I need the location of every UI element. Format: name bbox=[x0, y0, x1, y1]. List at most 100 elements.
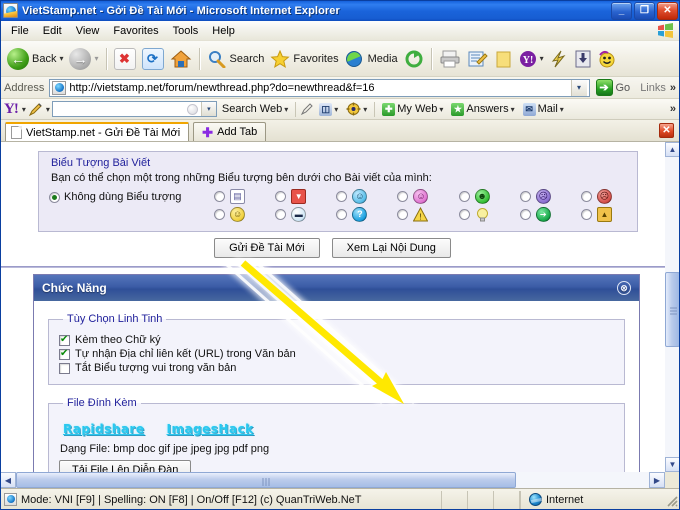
pencil-icon[interactable] bbox=[28, 102, 44, 117]
disable-smilies-checkbox[interactable] bbox=[59, 362, 70, 374]
folder-button[interactable] bbox=[492, 44, 516, 74]
icon-option-purple-sad[interactable]: ☹ bbox=[505, 189, 566, 204]
menu-view[interactable]: View bbox=[69, 23, 107, 39]
radio-purple-sad[interactable] bbox=[519, 191, 531, 202]
icon-option-lightbulb[interactable] bbox=[444, 207, 505, 222]
radio-sunglasses[interactable] bbox=[275, 209, 287, 220]
messenger-button[interactable] bbox=[547, 44, 571, 74]
submit-new-thread-button[interactable]: Gửi Đề Tài Mới bbox=[214, 238, 320, 258]
option-autolink[interactable]: Tự nhận Địa chỉ liên kết (URL) trong Văn… bbox=[59, 347, 614, 361]
vertical-scroll-track[interactable] bbox=[665, 157, 680, 457]
radio-yellow-smile[interactable] bbox=[214, 209, 226, 220]
forward-button[interactable]: → ▾ bbox=[66, 44, 101, 74]
icon-option-thumbs-up[interactable]: ▲ bbox=[566, 207, 627, 222]
favorites-button[interactable]: Favorites bbox=[267, 44, 341, 74]
option-signature[interactable]: Kèm theo Chữ ký bbox=[59, 333, 614, 347]
tab-close-button[interactable]: ✕ bbox=[659, 123, 674, 138]
icon-option-pink-smile[interactable]: ☺ bbox=[382, 189, 443, 204]
no-icon-option[interactable]: Không dùng Biểu tượng bbox=[49, 191, 199, 203]
scroll-right-button[interactable]: ▶ bbox=[649, 472, 665, 488]
menu-file[interactable]: File bbox=[4, 23, 36, 39]
smiley-button[interactable] bbox=[595, 44, 619, 74]
radio-red-angry[interactable] bbox=[580, 191, 592, 202]
yahoo-logo-caret-icon[interactable]: ▾ bbox=[22, 105, 26, 114]
horizontal-scroll-thumb[interactable] bbox=[16, 472, 516, 488]
radio-notepad[interactable] bbox=[214, 191, 226, 202]
autolink-checkbox[interactable] bbox=[59, 348, 70, 360]
vertical-scrollbar[interactable]: ▲ ▼ bbox=[665, 142, 680, 472]
security-zone[interactable]: Internet bbox=[520, 490, 680, 509]
go-button[interactable]: ➔ Go bbox=[590, 79, 637, 96]
add-tab-button[interactable]: ✚ Add Tab bbox=[193, 122, 267, 141]
menu-help[interactable]: Help bbox=[205, 23, 242, 39]
icon-option-warning[interactable]: ! bbox=[382, 207, 443, 222]
tab-vietstamp[interactable]: VietStamp.net - Gửi Đề Tài Mới bbox=[5, 122, 190, 141]
refresh-button[interactable]: ⟳ bbox=[139, 44, 167, 74]
horizontal-scroll-track[interactable] bbox=[16, 472, 649, 488]
collapse-icon[interactable]: ⊗ bbox=[617, 281, 631, 295]
icon-option-cool-smile[interactable]: ☺ bbox=[321, 189, 382, 204]
download-button[interactable] bbox=[571, 44, 595, 74]
vertical-scroll-thumb[interactable] bbox=[665, 272, 680, 347]
address-dropdown-icon[interactable]: ▾ bbox=[570, 79, 587, 96]
yahoo-search-dropdown-icon[interactable]: ▾ bbox=[200, 102, 216, 116]
search-button[interactable]: Search bbox=[204, 44, 268, 74]
horizontal-scrollbar[interactable]: ◀ ▶ bbox=[0, 472, 665, 488]
icon-option-arrow-right[interactable]: ➔ bbox=[505, 207, 566, 222]
icon-option-question[interactable]: ? bbox=[321, 207, 382, 222]
icon-option-notepad[interactable]: ▤ bbox=[199, 189, 260, 204]
radio-arrow-right[interactable] bbox=[519, 209, 531, 220]
icon-option-red-angry[interactable]: ☹ bbox=[566, 189, 627, 204]
back-button[interactable]: ← Back ▾ bbox=[4, 44, 66, 74]
print-button[interactable] bbox=[436, 44, 464, 74]
icon-option-yellow-smile[interactable]: ☺ bbox=[199, 207, 260, 222]
scroll-left-button[interactable]: ◀ bbox=[0, 472, 16, 488]
edit-button[interactable] bbox=[464, 44, 492, 74]
close-button[interactable]: ✕ bbox=[657, 2, 678, 20]
mail-button[interactable]: ✉ Mail ▾ bbox=[520, 102, 567, 116]
yahoo-search-input[interactable]: ▾ bbox=[51, 101, 217, 117]
icon-option-sunglasses[interactable]: ▬ bbox=[260, 207, 321, 222]
links-label[interactable]: Links bbox=[636, 82, 670, 94]
answers-button[interactable]: ★ Answers ▾ bbox=[448, 102, 517, 116]
home-button[interactable] bbox=[167, 44, 195, 74]
radio-question[interactable] bbox=[336, 209, 348, 220]
scroll-down-button[interactable]: ▼ bbox=[665, 457, 680, 472]
history-button[interactable] bbox=[401, 44, 427, 74]
radio-lightbulb[interactable] bbox=[458, 209, 470, 220]
my-web-button[interactable]: ✚ My Web ▾ bbox=[379, 102, 446, 116]
radio-thumbs-up[interactable] bbox=[580, 209, 592, 220]
upload-file-button[interactable]: Tải File Lên Diễn Đàn bbox=[59, 460, 192, 472]
radio-cool-smile[interactable] bbox=[336, 191, 348, 202]
imageshack-link[interactable]: ImagesHack bbox=[166, 422, 253, 436]
popup-blocker-button[interactable]: ◫ ▾ bbox=[316, 102, 341, 116]
no-icon-radio[interactable] bbox=[49, 191, 60, 203]
menu-favorites[interactable]: Favorites bbox=[106, 23, 165, 39]
icon-option-green-grin[interactable]: ☻ bbox=[444, 189, 505, 204]
marker-pen-icon[interactable] bbox=[300, 102, 314, 116]
media-button[interactable]: Media bbox=[342, 44, 401, 74]
rapidshare-link[interactable]: Rapidshare bbox=[63, 422, 144, 436]
search-web-button[interactable]: Search Web ▾ bbox=[219, 103, 291, 115]
maximize-button[interactable]: ❐ bbox=[634, 2, 655, 20]
anti-spy-button[interactable]: ▾ bbox=[343, 102, 370, 116]
resize-grip-icon[interactable] bbox=[664, 493, 678, 507]
radio-pink-smile[interactable] bbox=[397, 191, 409, 202]
menu-tools[interactable]: Tools bbox=[166, 23, 206, 39]
stop-button[interactable]: ✖ bbox=[111, 44, 139, 74]
yahoo-overflow-icon[interactable]: » bbox=[670, 103, 680, 115]
radio-thumbs-down[interactable] bbox=[275, 191, 287, 202]
scroll-up-button[interactable]: ▲ bbox=[665, 142, 680, 157]
preview-button[interactable]: Xem Lại Nội Dung bbox=[331, 238, 451, 258]
menu-edit[interactable]: Edit bbox=[36, 23, 69, 39]
toolbar-overflow-icon[interactable]: » bbox=[670, 82, 680, 94]
signature-checkbox[interactable] bbox=[59, 334, 70, 346]
yahoo-logo-icon[interactable]: Y! bbox=[4, 101, 20, 117]
option-disable-smilies[interactable]: Tắt Biểu tượng vui trong văn bản bbox=[59, 361, 614, 375]
pencil-caret-icon[interactable]: ▾ bbox=[46, 105, 50, 114]
icon-option-thumbs-down[interactable]: ▼ bbox=[260, 189, 321, 204]
yahoo-toolbar-button[interactable]: Y! ▾ bbox=[516, 44, 547, 74]
address-input[interactable]: http://vietstamp.net/forum/newthread.php… bbox=[49, 78, 590, 97]
minimize-button[interactable]: _ bbox=[611, 2, 632, 20]
radio-green-grin[interactable] bbox=[458, 191, 470, 202]
